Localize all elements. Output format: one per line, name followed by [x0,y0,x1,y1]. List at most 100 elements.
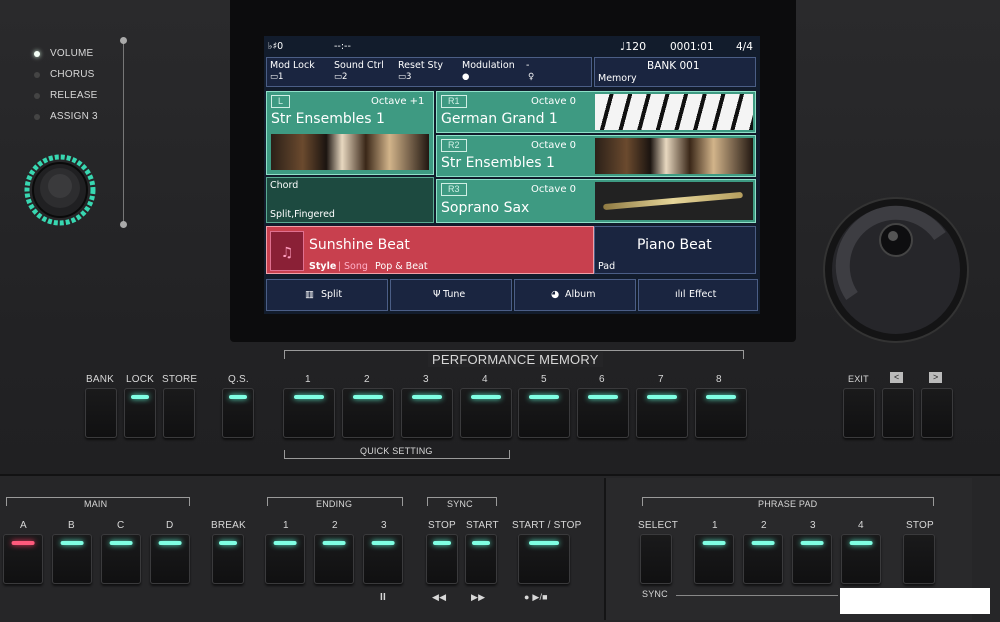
memory-number-6: 6 [599,374,605,385]
data-dial[interactable] [822,196,970,344]
part-r1-tile[interactable]: R1 Octave 0 German Grand 1 [436,91,756,133]
sync-start-button[interactable] [465,534,497,584]
assign-label-2: Sound Ctrl [334,60,384,71]
chord-tile[interactable]: Chord Split,Fingered [266,177,434,223]
pad-3-label: 3 [810,520,816,531]
effect-icon: ılıl [675,289,686,300]
store-button[interactable] [163,388,195,438]
style-icon: ♫ [270,231,304,271]
assign-slot-3[interactable]: Reset Sty ▭3 [396,59,458,85]
strings-image [271,134,429,170]
tempo-readout[interactable]: ♩120 [620,40,646,53]
pad-tile[interactable]: Piano Beat Pad [594,226,756,274]
main-c-button[interactable] [101,534,141,584]
part-name-r3: Soprano Sax [441,200,530,216]
bank-tile[interactable]: BANK 001 Memory [594,57,756,87]
tab-effect[interactable]: ılıl Effect [638,279,758,311]
break-button[interactable] [212,534,244,584]
phrase-pad-3-button[interactable] [792,534,832,584]
pad-label: Pad [598,261,616,272]
memory-button-7[interactable] [636,388,688,438]
part-tag-r2: R2 [441,139,467,152]
phrase-pad-1-button[interactable] [694,534,734,584]
phrase-pad-2-button[interactable] [743,534,783,584]
phrase-pad-label: PHRASE PAD [758,499,818,509]
page-left-button[interactable] [882,388,914,438]
led-label-assign3: ASSIGN 3 [50,111,98,122]
pad-4-label: 4 [858,520,864,531]
style-separator: | [338,261,342,272]
lock-label: LOCK [126,374,155,385]
fast-forward-icon: ▶▶ [471,592,486,602]
assign-label-1: Mod Lock [270,60,315,71]
white-label-strip [840,588,990,614]
store-label: STORE [162,374,198,385]
memory-button-4[interactable] [460,388,512,438]
tab-album[interactable]: ◕ Album [514,279,636,311]
live-control-knob[interactable] [24,154,96,226]
sync-stop-button[interactable] [426,534,458,584]
led-indicator-release [34,93,40,99]
main-a-button[interactable] [3,534,43,584]
part-name-r2: Str Ensembles 1 [441,155,555,171]
memory-button-1[interactable] [283,388,335,438]
tab-split[interactable]: ▥ Split [266,279,388,311]
chord-mode: Split,Fingered [270,209,335,220]
memory-button-6[interactable] [577,388,629,438]
tab-tune-label: Tune [443,289,466,300]
pad-2-label: 2 [761,520,767,531]
phrase-pad-4-button[interactable] [841,534,881,584]
play-stop-icon: ● ▶/■ [524,592,548,602]
quick-setting-button[interactable] [222,388,254,438]
assign-sub-3: ▭3 [398,72,412,82]
bank-label: BANK [86,374,115,385]
level-scale-line [123,40,124,224]
phrase-pad-select-button[interactable] [640,534,672,584]
performance-memory-label: PERFORMANCE MEMORY [428,352,603,367]
quick-setting-label: QUICK SETTING [360,446,433,456]
level-scale-dot-bottom [120,221,127,228]
sync-label: SYNC [447,499,473,509]
style-tile[interactable]: ♫ Sunshine Beat Style | Song Pop & Beat [266,226,594,274]
memory-number-3: 3 [423,374,429,385]
led-indicator-volume [34,51,40,57]
main-d-button[interactable] [150,534,190,584]
ending-2-button[interactable] [314,534,354,584]
memory-button-8[interactable] [695,388,747,438]
assign-slot-1[interactable]: Mod Lock ▭1 [268,59,330,85]
memory-button-5[interactable] [518,388,570,438]
ending-3-button[interactable] [363,534,403,584]
ending-3-label: 3 [381,520,387,531]
right-arrow-icon: > [929,372,943,383]
style-song: Song [344,261,368,272]
assign-label-4: Modulation [462,60,515,71]
main-b-button[interactable] [52,534,92,584]
measure-readout: 0001:01 [670,41,714,53]
level-scale-dot-top [120,37,127,44]
memory-button-2[interactable] [342,388,394,438]
bank-button[interactable] [85,388,117,438]
part-tag-r3: R3 [441,183,467,196]
pad-sync-label: SYNC [642,589,668,599]
part-r2-tile[interactable]: R2 Octave 0 Str Ensembles 1 [436,135,756,177]
style-mode: Style [309,261,337,272]
ending-1-button[interactable] [265,534,305,584]
part-name-r1: German Grand 1 [441,111,558,127]
memory-button-3[interactable] [401,388,453,438]
pad-sync-line [676,595,838,596]
part-left-tile[interactable]: L Octave +1 Str Ensembles 1 [266,91,434,175]
assign-slot-2[interactable]: Sound Ctrl ▭2 [332,59,394,85]
lock-button[interactable] [124,388,156,438]
qs-label: Q.S. [228,374,249,385]
phrase-pad-stop-button[interactable] [903,534,935,584]
start-stop-button[interactable] [518,534,570,584]
part-r3-tile[interactable]: R3 Octave 0 Soprano Sax [436,179,756,223]
tab-tune[interactable]: Ψ Tune [390,279,512,311]
led-label-chorus: CHORUS [50,69,95,80]
bank-name: BANK 001 [647,60,700,72]
transpose-readout: ♭♯0 [268,41,284,52]
exit-button[interactable] [843,388,875,438]
page-right-button[interactable] [921,388,953,438]
ending-1-label: 1 [283,520,289,531]
assign-slot-4[interactable]: Modulation - ● ♀ [460,59,590,85]
